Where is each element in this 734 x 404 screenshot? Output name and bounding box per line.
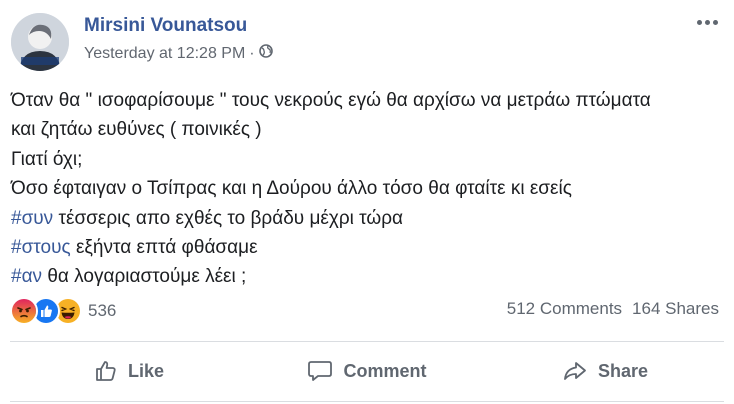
- shares-count[interactable]: 164 Shares: [632, 299, 719, 319]
- text-line: Όταν θα " ισοφαρίσουμε " τους νεκρούς εγ…: [11, 90, 651, 111]
- reactions-summary[interactable]: 536: [10, 297, 116, 325]
- divider: [10, 341, 724, 342]
- comment-label: Comment: [343, 360, 427, 381]
- timestamp[interactable]: Yesterday at 12:28 PM: [84, 45, 245, 63]
- post-meta: Yesterday at 12:28 PM ·: [84, 44, 273, 63]
- like-button[interactable]: Like: [10, 348, 248, 394]
- thumbs-up-icon: [96, 361, 116, 381]
- action-bar: Like Comment Share: [10, 348, 724, 394]
- text-line: #στους εξήντα επτά φθάσαμε: [11, 237, 258, 259]
- comment-icon: [308, 361, 333, 381]
- hashtag-link[interactable]: #συν: [11, 208, 53, 229]
- share-label: Share: [597, 360, 649, 381]
- avatar[interactable]: [11, 13, 69, 71]
- reaction-count[interactable]: 536: [88, 301, 116, 321]
- text-line: #συν τέσσερις απο εχθές το βράδυ μέχρι τ…: [11, 207, 404, 229]
- author-name[interactable]: Mirsini Vounatsou: [84, 15, 247, 37]
- engagement-counts: 512 Comments 164 Shares: [507, 299, 719, 319]
- divider: [10, 401, 724, 402]
- hashtag-link[interactable]: #στους: [11, 237, 71, 258]
- facebook-post: Mirsini Vounatsou Yesterday at 12:28 PM …: [0, 0, 734, 404]
- share-button[interactable]: Share: [486, 348, 724, 394]
- text-line: #αν θα λογαριαστούμε λέει ;: [11, 266, 247, 288]
- text-line: Όσο έφταιγαν ο Τσίπρας και η Δούρου άλλο…: [11, 178, 572, 200]
- avatar-image: [11, 13, 69, 71]
- post-text: Όταν θα " ισοφαρίσουμε " τους νεκρούς εγ…: [11, 86, 723, 292]
- comments-count[interactable]: 512 Comments: [507, 299, 622, 319]
- globe-icon[interactable]: [258, 44, 273, 63]
- angry-reaction-icon: [10, 297, 38, 325]
- meta-separator: ·: [249, 44, 255, 62]
- share-icon: [564, 362, 586, 380]
- like-label: Like: [127, 360, 165, 381]
- text-line: Γιατί όχι;: [11, 148, 83, 170]
- hashtag-link[interactable]: #αν: [11, 266, 42, 287]
- text-line: και ζητάω ευθύνες ( ποινικές ): [11, 119, 262, 141]
- comment-button[interactable]: Comment: [248, 348, 486, 394]
- more-options-icon[interactable]: [692, 10, 722, 34]
